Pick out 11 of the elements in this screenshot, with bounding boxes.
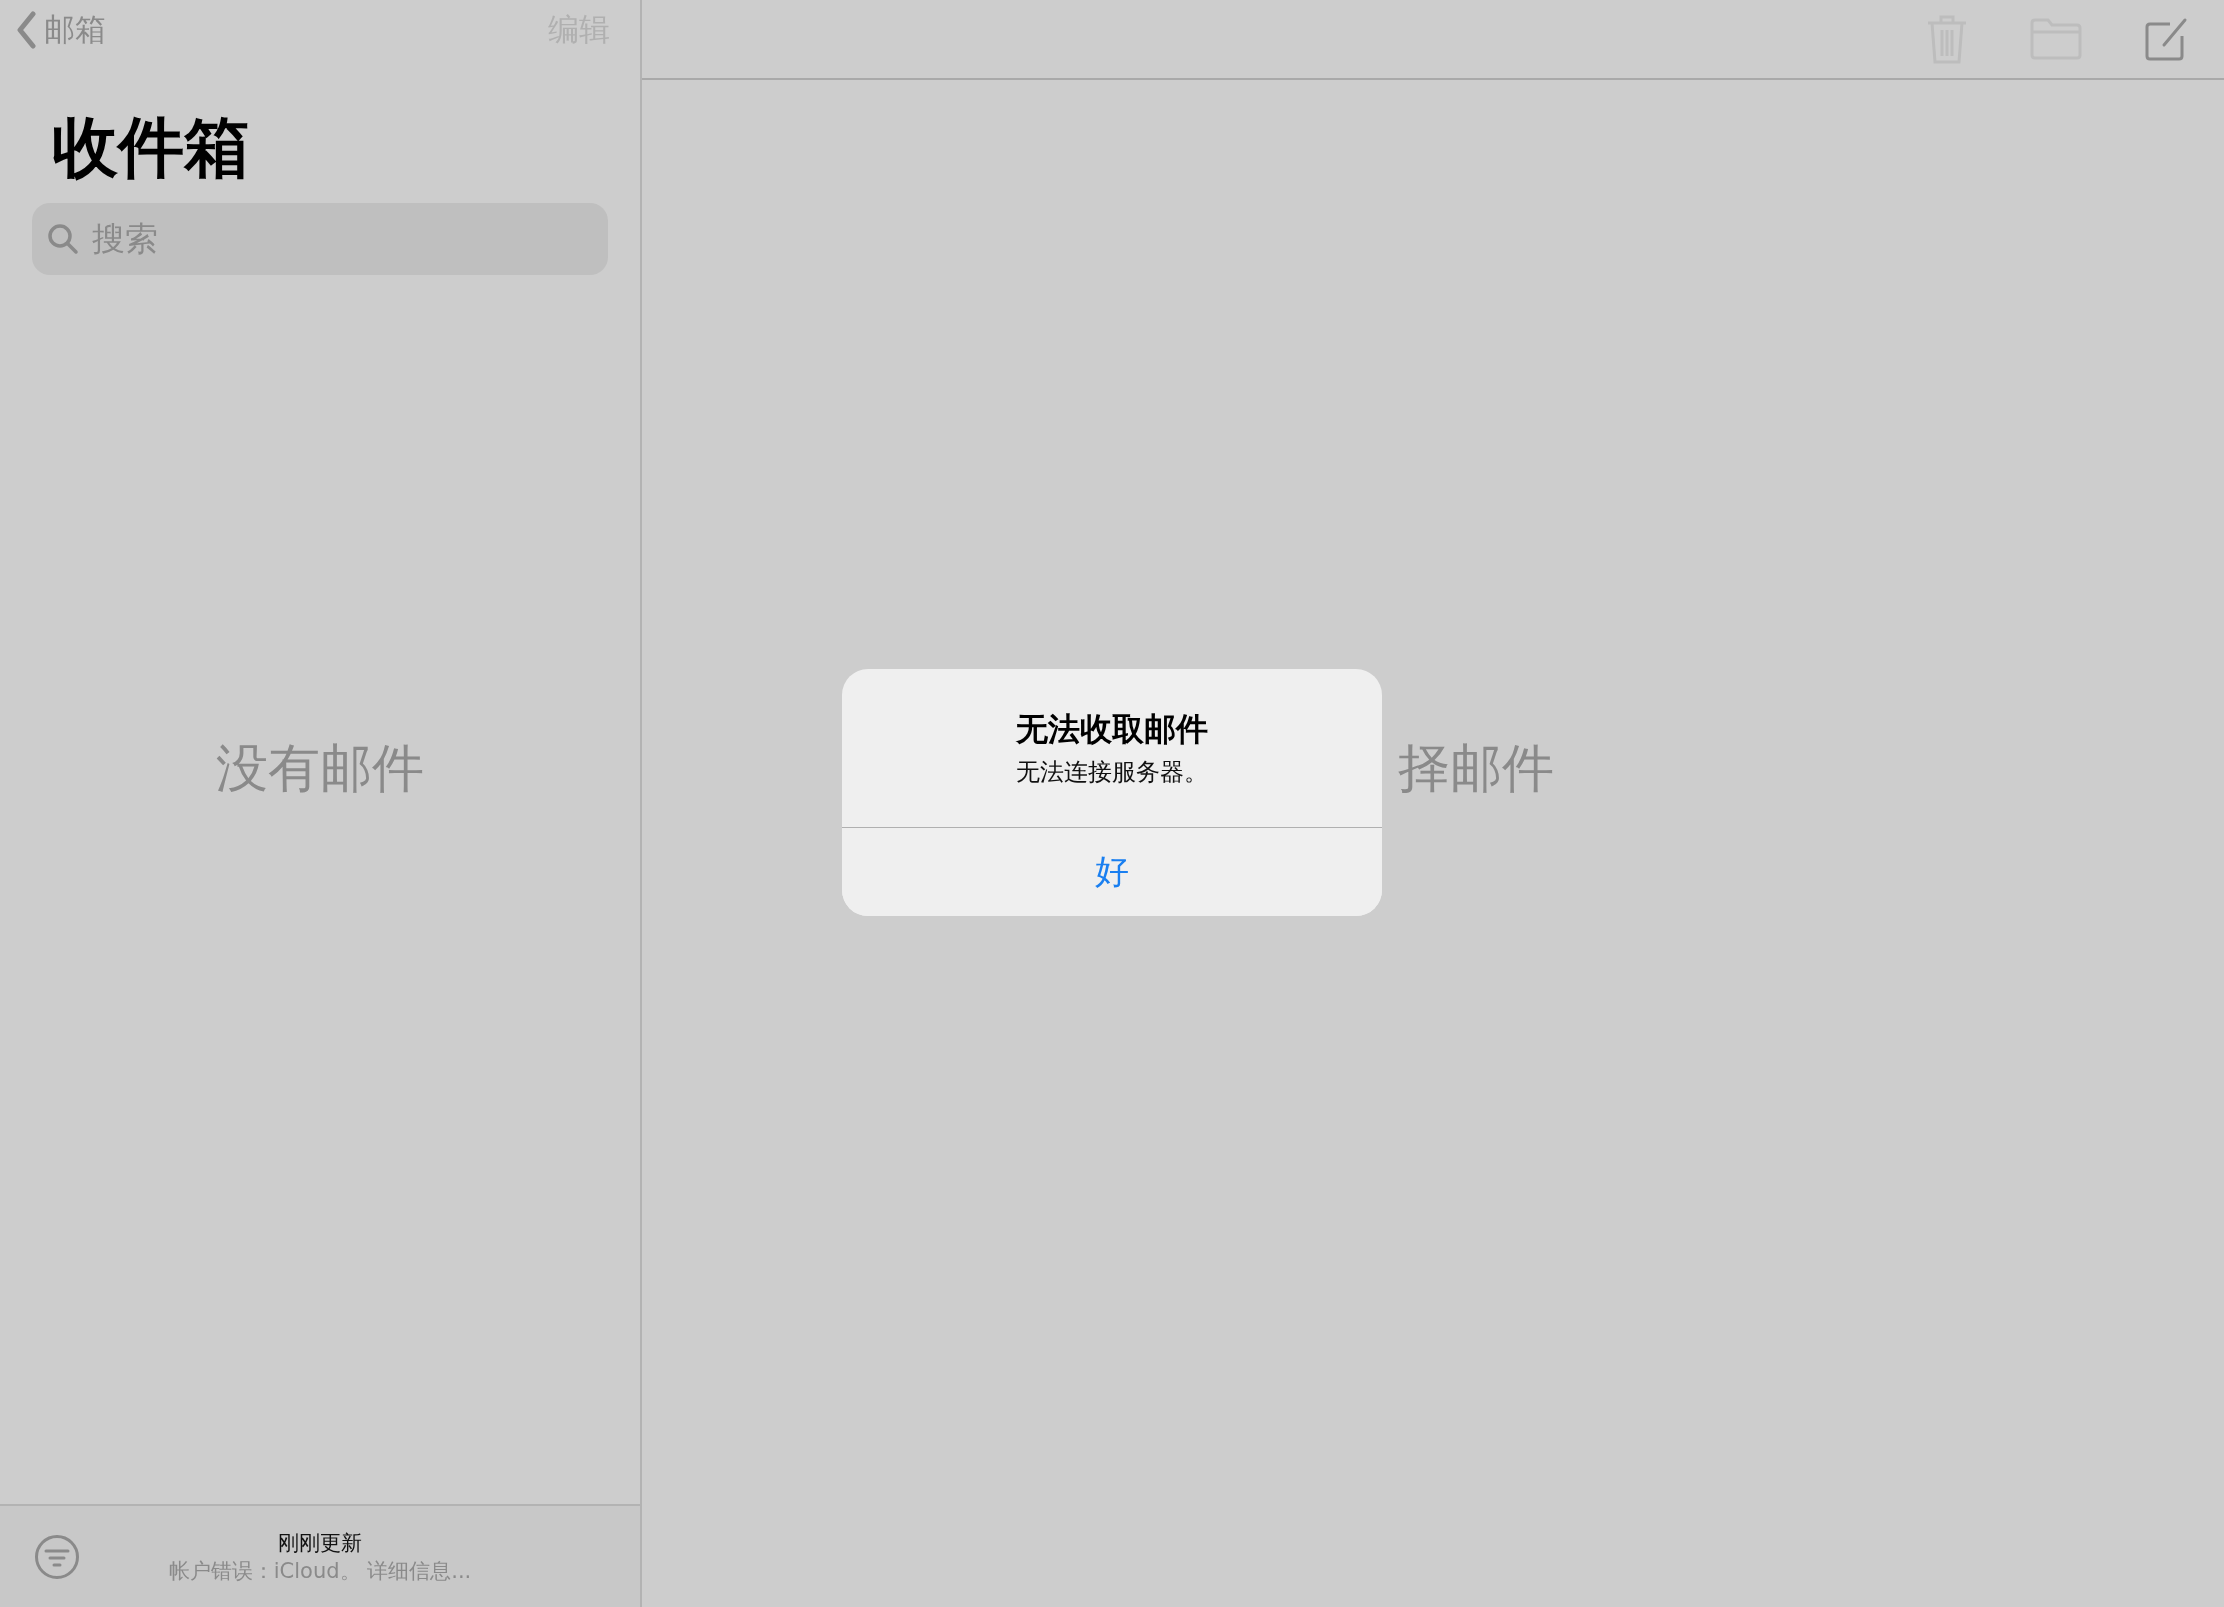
empty-message: 择邮件 bbox=[1398, 736, 1554, 800]
account-error-text[interactable]: 帐户错误：iCloud。 详细信息... bbox=[168, 1556, 472, 1585]
empty-message: 没有邮件 bbox=[216, 737, 424, 801]
back-button[interactable]: 邮箱 bbox=[16, 9, 106, 51]
search-icon bbox=[46, 221, 80, 256]
chevron-left-icon bbox=[16, 11, 36, 49]
alert-title: 无法收取邮件 bbox=[1016, 709, 1208, 750]
filter-icon[interactable] bbox=[34, 1533, 80, 1580]
update-status: 刚刚更新 bbox=[278, 1529, 362, 1557]
inbox-title: 收件箱 bbox=[52, 112, 251, 185]
alert-message: 无法连接服务器。 bbox=[1016, 757, 1208, 788]
